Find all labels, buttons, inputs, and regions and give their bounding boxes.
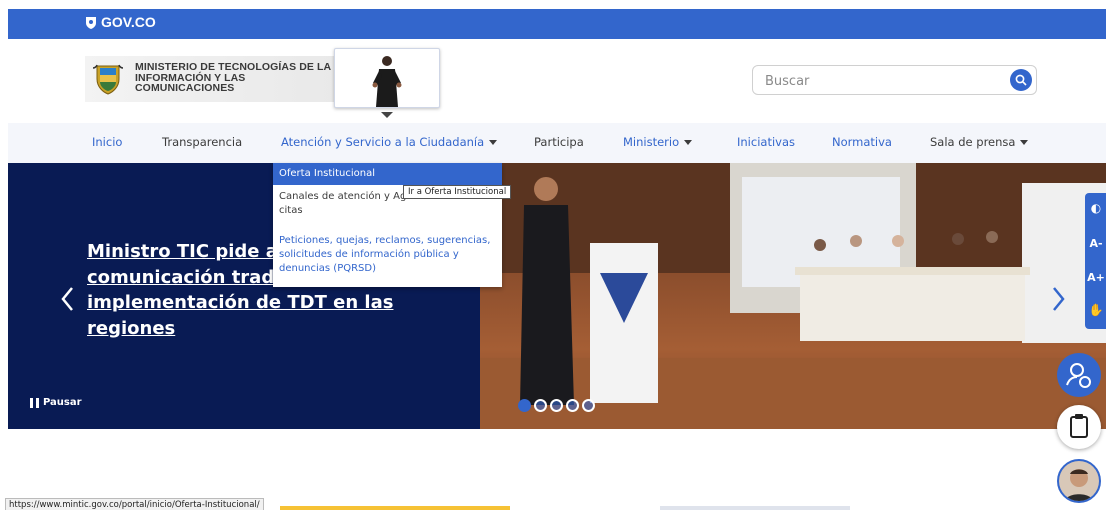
nav-label: Participa: [534, 135, 584, 149]
nav-label: Inicio: [92, 135, 123, 149]
interpreter-figure-icon: [372, 56, 402, 107]
carousel-dot-5[interactable]: [582, 399, 595, 412]
user-support-icon: [1066, 363, 1091, 388]
nav-item-normativa[interactable]: Normativa: [832, 135, 892, 149]
font-decrease-icon[interactable]: A-: [1087, 235, 1105, 253]
nav-item-atencion[interactable]: Atención y Servicio a la Ciudadanía: [281, 135, 498, 149]
site-header: MINISTERIO DE TECNOLOGÍAS DE LA INFORMAC…: [0, 39, 1106, 123]
carousel-dot-3[interactable]: [550, 399, 563, 412]
content-strip: [280, 506, 510, 510]
sign-language-icon[interactable]: ✋: [1087, 301, 1105, 319]
carousel-dot-1[interactable]: [518, 399, 531, 412]
virtual-assistant-avatar[interactable]: [1057, 459, 1101, 503]
nav-label: Sala de prensa: [930, 135, 1016, 149]
gov-co-text: GOV.CO: [101, 14, 156, 30]
avatar-face-icon: [1059, 461, 1099, 501]
nav-label: Ministerio: [623, 135, 680, 149]
carousel-dot-4[interactable]: [566, 399, 579, 412]
carousel-next-icon[interactable]: [1048, 285, 1068, 313]
search-input[interactable]: [765, 71, 995, 91]
accessibility-toolbar: ◐ A- A+ ✋: [1085, 193, 1106, 329]
chevron-down-icon: [1020, 140, 1029, 145]
main-navigation: Inicio Transparencia Atención y Servicio…: [8, 123, 1106, 163]
nav-label: Normativa: [832, 135, 892, 149]
pause-button[interactable]: Pausar: [30, 397, 82, 408]
nav-item-inicio[interactable]: Inicio: [92, 135, 122, 149]
carousel-prev-icon[interactable]: [58, 285, 78, 313]
content-strip: [660, 506, 850, 510]
clipboard-icon: [1070, 414, 1088, 438]
chevron-down-icon: [684, 140, 693, 145]
ministry-name: MINISTERIO DE TECNOLOGÍAS DE LA INFORMAC…: [135, 61, 331, 94]
pause-icon: [30, 397, 39, 408]
hero-photo: [480, 163, 1106, 429]
nav-label: Transparencia: [162, 135, 243, 149]
colombia-coat-of-arms-icon: [93, 64, 123, 95]
chevron-down-icon: [489, 140, 498, 145]
nav-label: Iniciativas: [737, 135, 795, 149]
nav-item-participa[interactable]: Participa: [534, 135, 584, 149]
nav-item-sala-de-prensa[interactable]: Sala de prensa: [930, 135, 1029, 149]
nav-item-iniciativas[interactable]: Iniciativas: [737, 135, 795, 149]
link-tooltip: Ir a Oferta Institucional: [403, 185, 512, 199]
sign-language-interpreter[interactable]: [334, 48, 440, 108]
interpreter-toggle-arrow-icon[interactable]: [381, 112, 393, 118]
ministry-logo[interactable]: MINISTERIO DE TECNOLOGÍAS DE LA INFORMAC…: [85, 56, 335, 102]
page: GOV.CO MINISTERIO DE TECNOLOGÍAS DE LA I…: [0, 0, 1106, 510]
user-assistance-button[interactable]: [1057, 353, 1101, 397]
nav-item-transparencia[interactable]: Transparencia: [162, 135, 242, 149]
search-button[interactable]: [1010, 69, 1032, 91]
menu-item-oferta-institucional[interactable]: Oferta Institucional: [273, 163, 502, 185]
carousel-indicators: [518, 399, 595, 412]
hero-carousel: Ministro TIC pide a comunicación tradici…: [8, 163, 1106, 429]
search-box: [752, 65, 1037, 95]
conference-scene-image: [480, 163, 1106, 429]
carousel-dot-2[interactable]: [534, 399, 547, 412]
clipboard-button[interactable]: [1057, 405, 1101, 449]
font-increase-icon[interactable]: A+: [1087, 269, 1105, 287]
menu-item-pqrsd[interactable]: Peticiones, quejas, reclamos, sugerencia…: [273, 234, 502, 276]
search-icon: [1015, 74, 1027, 86]
nav-item-ministerio[interactable]: Ministerio: [623, 135, 693, 149]
contrast-icon[interactable]: ◐: [1087, 199, 1105, 217]
nav-label: Atención y Servicio a la Ciudadanía: [281, 135, 485, 149]
browser-status-url: https://www.mintic.gov.co/portal/inicio/…: [5, 498, 264, 510]
gov-co-logo[interactable]: GOV.CO: [85, 14, 156, 30]
gov-co-bar: GOV.CO: [8, 9, 1106, 39]
pause-label: Pausar: [43, 397, 82, 408]
colombia-shield-icon: [86, 16, 96, 29]
atencion-dropdown-menu: Oferta Institucional Canales de atención…: [273, 163, 502, 287]
